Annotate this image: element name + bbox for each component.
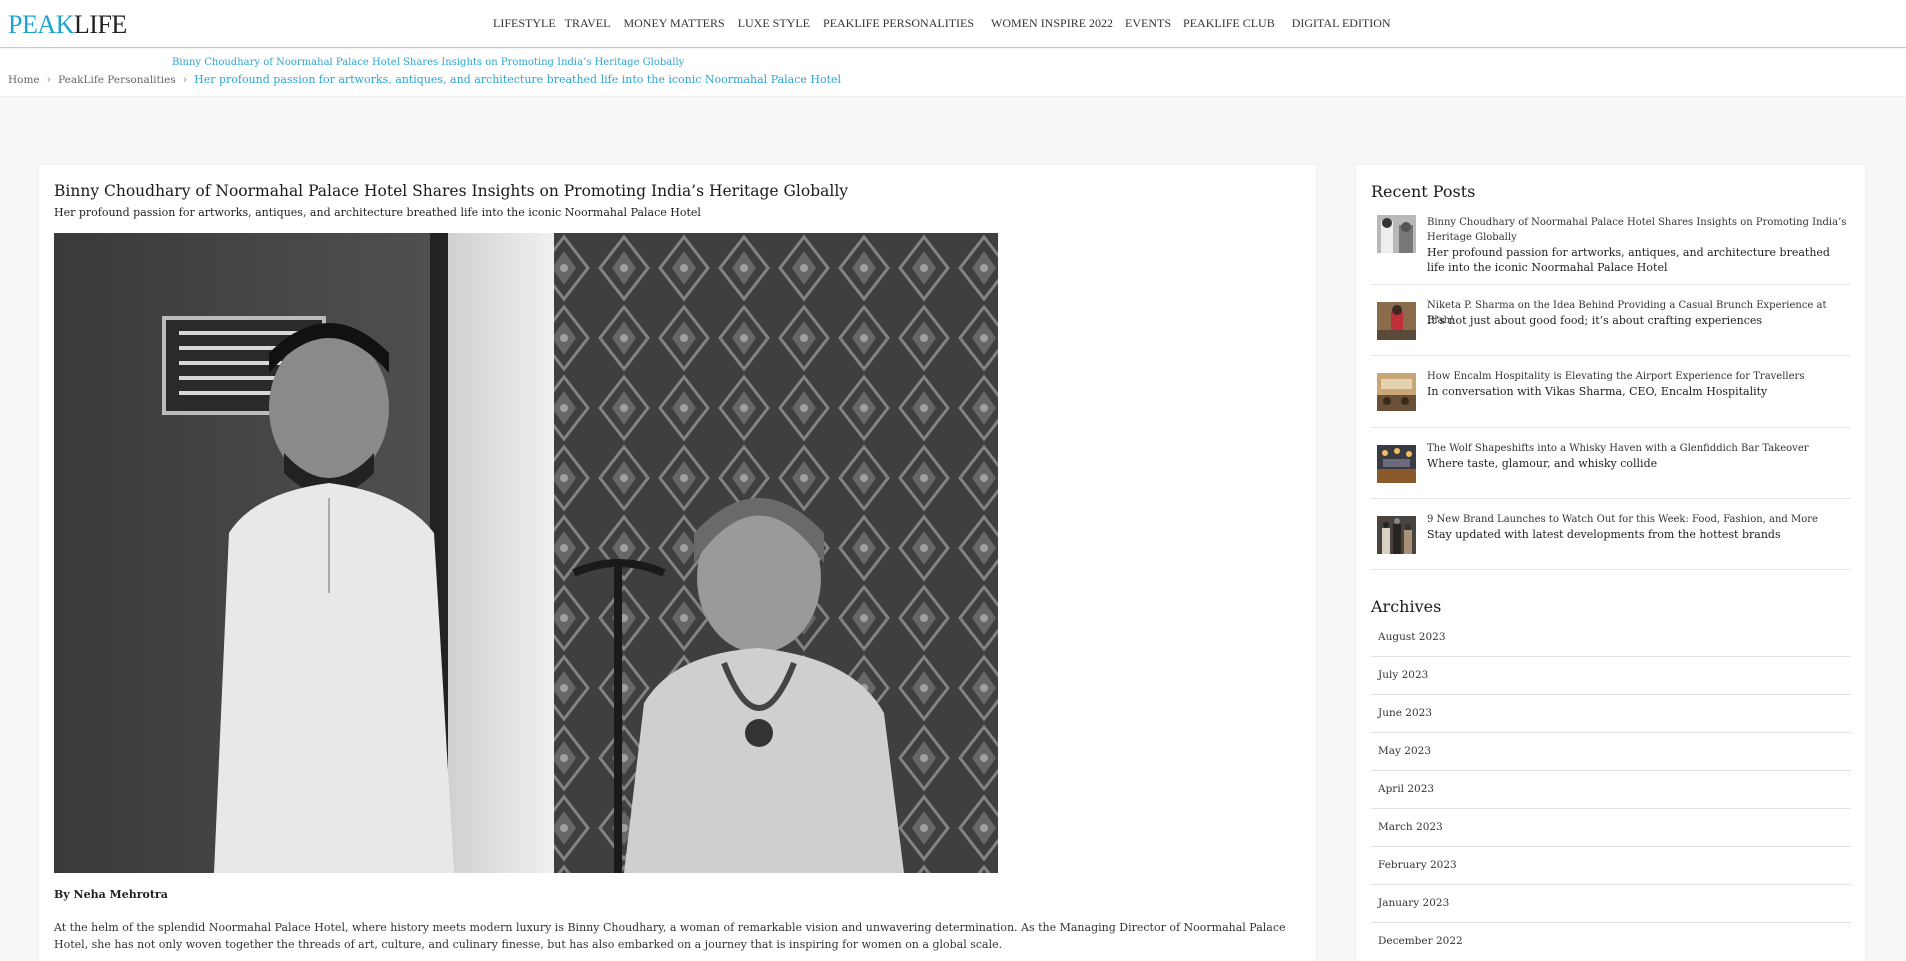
article-paragraph: At the helm of the splendid Noormahal Pa… <box>54 921 1286 951</box>
post-subtitle: Her profound passion for artworks, antiq… <box>1427 246 1830 274</box>
chevron-right-icon: › <box>182 73 188 86</box>
archive-item[interactable]: December 2022 <box>1371 923 1851 961</box>
post-subtitle: It’s not just about good food; it’s abou… <box>1427 314 1763 327</box>
site-header: PEAKLIFE LIFESTYLE TRAVEL MONEY MATTERS … <box>0 0 1906 48</box>
archive-label[interactable]: July 2023 <box>1378 669 1428 681</box>
recent-post-item[interactable]: Binny Choudhary of Noormahal Palace Hote… <box>1371 215 1851 285</box>
archive-item[interactable]: April 2023 <box>1371 771 1851 809</box>
post-thumbnail <box>1377 302 1416 340</box>
main-nav: LIFESTYLE TRAVEL MONEY MATTERS LUXE STYL… <box>493 16 1391 31</box>
recent-posts-heading: Recent Posts <box>1371 182 1476 201</box>
nav-item-peaklife-personalities[interactable]: PEAKLIFE PERSONALITIES <box>823 16 974 31</box>
breadcrumb-section[interactable]: PeakLife Personalities <box>58 74 176 86</box>
archive-label[interactable]: December 2022 <box>1378 935 1463 947</box>
sidebar: Recent Posts Binny Choudhary of Noormaha… <box>1355 164 1866 961</box>
site-logo[interactable]: PEAKLIFE <box>8 10 127 40</box>
archive-label[interactable]: January 2023 <box>1378 897 1449 909</box>
nav-item-events[interactable]: EVENTS <box>1125 16 1171 31</box>
nav-item-women-inspire[interactable]: WOMEN INSPIRE 2022 <box>991 16 1113 31</box>
post-thumbnail <box>1377 445 1416 483</box>
post-thumbnail <box>1377 516 1416 554</box>
archive-label[interactable]: May 2023 <box>1378 745 1431 757</box>
chevron-right-icon: › <box>46 73 52 86</box>
logo-life-text: LIFE <box>73 10 127 39</box>
archives-heading: Archives <box>1371 597 1442 616</box>
nav-item-lifestyle[interactable]: LIFESTYLE <box>493 16 556 31</box>
article-title: Binny Choudhary of Noormahal Palace Hote… <box>54 182 849 200</box>
post-subtitle: Where taste, glamour, and whisky collide <box>1427 457 1658 470</box>
recent-post-item[interactable]: 9 New Brand Launches to Watch Out for th… <box>1371 512 1851 570</box>
archive-item[interactable]: August 2023 <box>1371 619 1851 657</box>
post-thumbnail <box>1377 373 1416 411</box>
recent-post-item[interactable]: The Wolf Shapeshifts into a Whisky Haven… <box>1371 441 1851 499</box>
recent-post-item[interactable]: How Encalm Hospitality is Elevating the … <box>1371 369 1851 428</box>
article-subtitle: Her profound passion for artworks, antiq… <box>54 206 701 219</box>
archive-item[interactable]: July 2023 <box>1371 657 1851 695</box>
article-card: Binny Choudhary of Noormahal Palace Hote… <box>38 164 1317 961</box>
recent-post-item[interactable]: Niketa P. Sharma on the Idea Behind Prov… <box>1371 298 1851 356</box>
post-title[interactable]: The Wolf Shapeshifts into a Whisky Haven… <box>1427 441 1847 456</box>
archive-item[interactable]: March 2023 <box>1371 809 1851 847</box>
post-subtitle: In conversation with Vikas Sharma, CEO, … <box>1427 385 1768 398</box>
archive-label[interactable]: February 2023 <box>1378 859 1457 871</box>
archive-item[interactable]: May 2023 <box>1371 733 1851 771</box>
archive-item[interactable]: February 2023 <box>1371 847 1851 885</box>
breadcrumb-home[interactable]: Home <box>8 74 40 86</box>
nav-item-peaklife-club[interactable]: PEAKLIFE CLUB <box>1183 16 1275 31</box>
archive-label[interactable]: April 2023 <box>1378 783 1434 795</box>
post-title[interactable]: Binny Choudhary of Noormahal Palace Hote… <box>1427 215 1847 245</box>
post-thumbnail <box>1377 215 1416 253</box>
post-title[interactable]: How Encalm Hospitality is Elevating the … <box>1427 369 1847 384</box>
logo-peak-text: PEAK <box>8 10 74 39</box>
article-byline: By Neha Mehrotra <box>54 888 168 901</box>
archive-label[interactable]: June 2023 <box>1378 707 1432 719</box>
nav-item-luxe-style[interactable]: LUXE STYLE <box>738 16 810 31</box>
breadcrumb: Binny Choudhary of Noormahal Palace Hote… <box>0 49 1906 97</box>
archive-label[interactable]: March 2023 <box>1378 821 1443 833</box>
archive-item[interactable]: June 2023 <box>1371 695 1851 733</box>
post-subtitle: Stay updated with latest developments fr… <box>1427 528 1781 541</box>
archive-label[interactable]: August 2023 <box>1378 631 1446 643</box>
nav-item-digital-edition[interactable]: DIGITAL EDITION <box>1292 16 1391 31</box>
breadcrumb-current-subtitle: Her profound passion for artworks, antiq… <box>194 73 842 86</box>
post-title[interactable]: 9 New Brand Launches to Watch Out for th… <box>1427 512 1847 527</box>
nav-item-money-matters[interactable]: MONEY MATTERS <box>623 16 724 31</box>
article-hero-image <box>54 233 998 873</box>
breadcrumb-current-title: Binny Choudhary of Noormahal Palace Hote… <box>172 57 685 68</box>
nav-item-travel[interactable]: TRAVEL <box>565 16 611 31</box>
archive-item[interactable]: January 2023 <box>1371 885 1851 923</box>
